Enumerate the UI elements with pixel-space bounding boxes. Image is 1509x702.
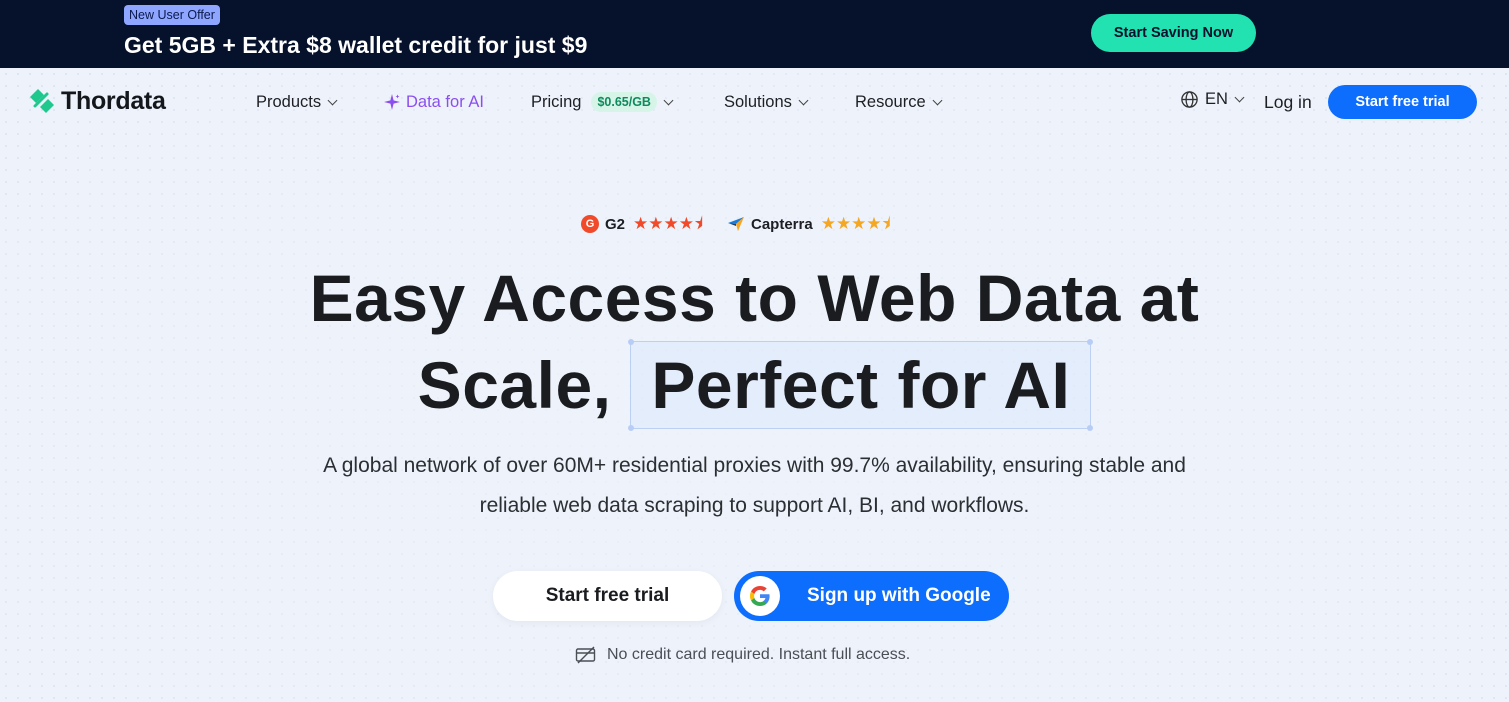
sparkle-icon [384,94,400,110]
nav-solutions[interactable]: Solutions [724,90,809,114]
capterra-logo-icon [728,217,744,231]
chevron-down-icon [798,95,809,105]
hero-subtext-line-1: A global network of over 60M+ residentia… [323,454,1186,477]
nav-data-for-ai-label: Data for AI [406,92,484,111]
nav-start-free-trial-button[interactable]: Start free trial [1328,85,1477,119]
headline-scale: Scale, [417,348,612,422]
headline-highlight: Perfect for AI [628,339,1094,431]
g2-name: G2 [605,215,626,233]
language-selector[interactable]: EN [1180,90,1245,109]
hero-start-free-trial-button[interactable]: Start free trial [493,571,722,621]
language-label: EN [1205,90,1228,108]
capterra-stars: ★★★★⯨ [820,214,891,233]
ratings-row: G G2 ★★★★⯨ Capterra ★★★★⯨ [581,213,891,235]
headline-line-2: Scale, Perfect for AI [0,339,1509,431]
nav-products[interactable]: Products [256,90,338,114]
nav-solutions-label: Solutions [724,92,792,111]
chevron-down-icon [327,95,338,105]
chevron-down-icon [932,95,943,105]
start-saving-button[interactable]: Start Saving Now [1091,14,1256,52]
g2-logo-icon: G [581,215,599,233]
chevron-down-icon [663,95,674,105]
google-button-label: Sign up with Google [807,585,991,606]
globe-icon [1181,91,1198,108]
nav-pricing-label: Pricing [531,92,582,111]
g2-stars: ★★★★⯨ [633,214,703,233]
thordata-logo-icon [30,89,54,113]
no-credit-card-note: No credit card required. Instant full ac… [575,644,910,666]
note-text: No credit card required. Instant full ac… [607,646,911,663]
top-nav: Thordata Products Data for AI Pricing $0… [0,68,1509,136]
sign-up-with-google-button[interactable]: Sign up with Google [734,571,1009,621]
login-link[interactable]: Log in [1264,90,1312,114]
headline-highlight-text: Perfect for AI [651,348,1071,422]
nav-data-for-ai[interactable]: Data for AI [383,90,484,114]
google-icon [750,586,770,606]
capterra-name: Capterra [751,215,813,233]
price-badge: $0.65/GB [591,92,657,112]
logo-text: Thordata [61,86,166,115]
chevron-down-icon [1234,92,1245,103]
google-icon-wrapper [740,576,780,616]
nav-pricing[interactable]: Pricing $0.65/GB [531,90,674,114]
headline-line-1: Easy Access to Web Data at [309,261,1200,335]
no-credit-card-icon [575,646,596,664]
promo-text: Get 5GB + Extra $8 wallet credit for jus… [124,32,588,58]
promo-banner: New User Offer Get 5GB + Extra $8 wallet… [0,0,1509,68]
nav-products-label: Products [256,92,322,111]
hero-subtext-line-2: reliable web data scraping to support AI… [479,494,1030,517]
nav-resource-label: Resource [855,92,926,111]
promo-badge: New User Offer [124,5,220,25]
nav-resource[interactable]: Resource [855,90,943,114]
logo[interactable]: Thordata [26,83,166,119]
